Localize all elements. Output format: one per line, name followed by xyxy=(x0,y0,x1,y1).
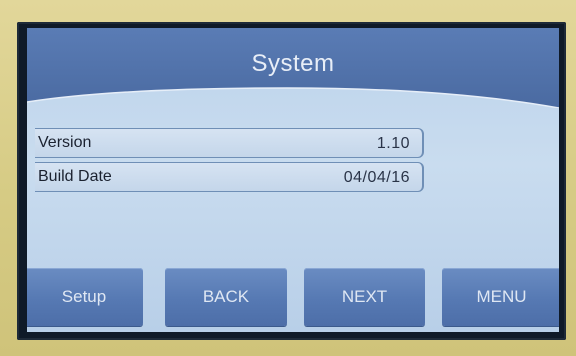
build-date-label: Build Date xyxy=(38,168,112,185)
header-bar: System xyxy=(27,28,559,108)
build-date-row: Build Date 04/04/16 xyxy=(35,162,424,192)
version-label: Version xyxy=(38,134,92,151)
version-row: Version 1.10 xyxy=(35,128,424,158)
page-title: System xyxy=(251,50,335,77)
display: System Version 1.10 Build Date 04/04/16 … xyxy=(27,28,559,332)
setup-button[interactable]: Setup xyxy=(27,268,143,326)
build-date-value: 04/04/16 xyxy=(343,169,410,186)
next-button[interactable]: NEXT xyxy=(304,268,425,326)
screen-frame: System Version 1.10 Build Date 04/04/16 … xyxy=(17,22,566,340)
device-bezel: System Version 1.10 Build Date 04/04/16 … xyxy=(0,0,576,356)
menu-button[interactable]: MENU xyxy=(442,268,559,326)
version-value: 1.10 xyxy=(376,135,410,152)
back-button[interactable]: BACK xyxy=(165,268,287,326)
